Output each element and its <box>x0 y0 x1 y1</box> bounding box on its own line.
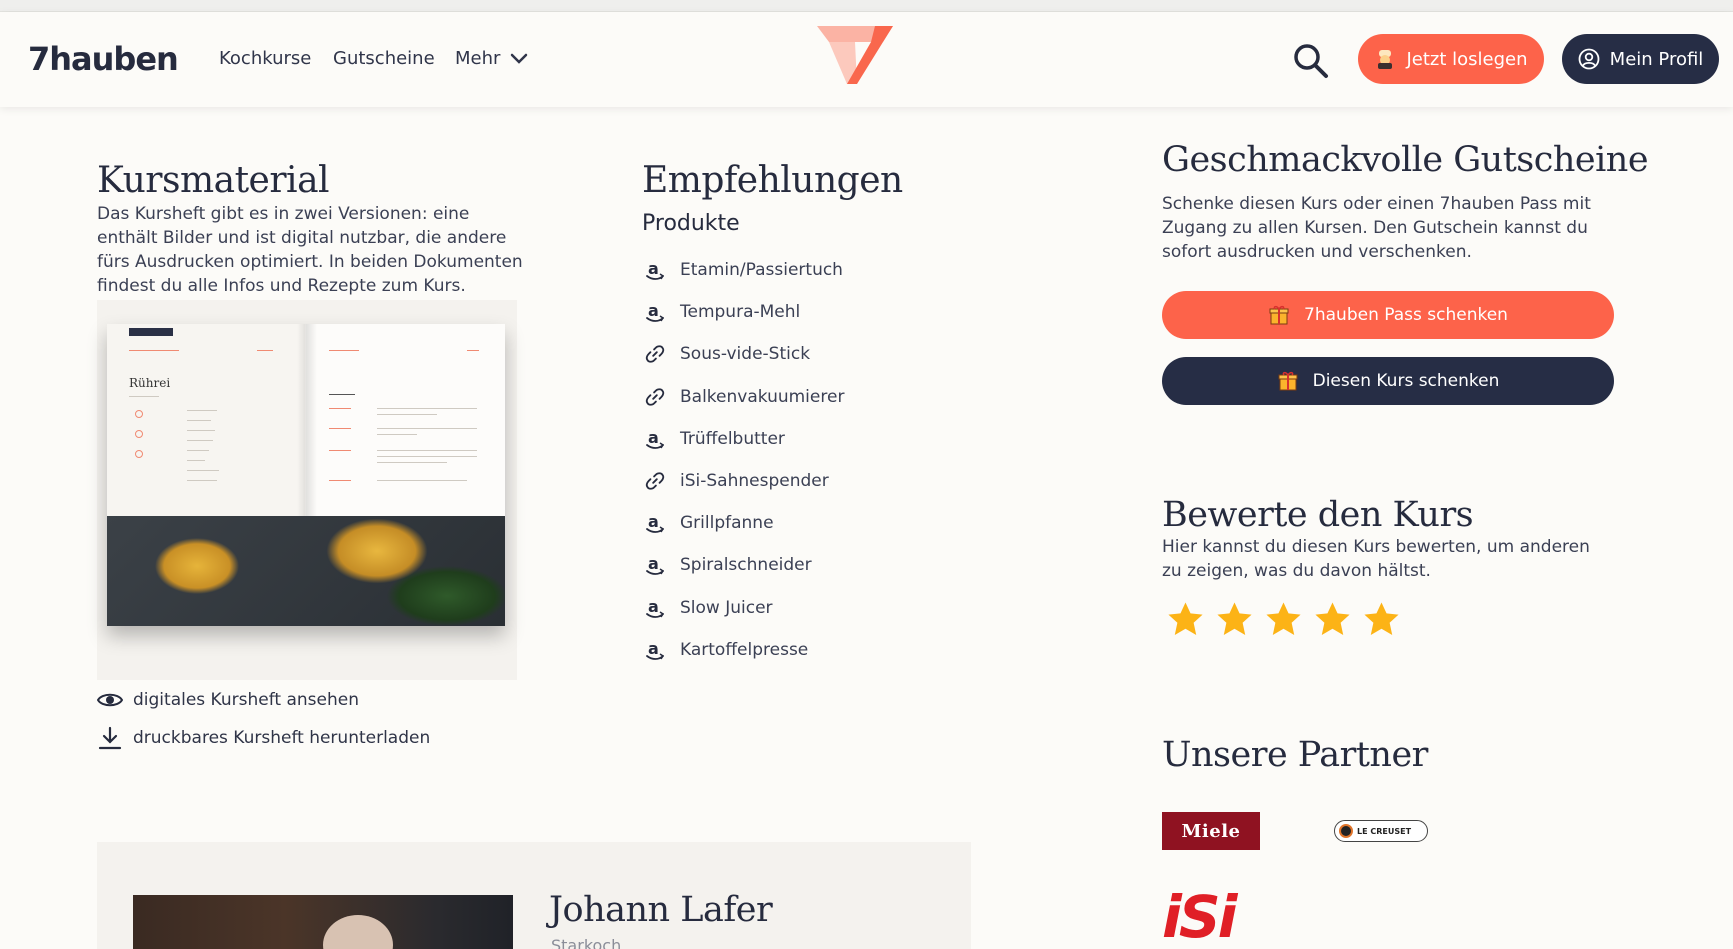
booklet-right-page <box>307 324 505 516</box>
booklet-left-page: Rührei <box>107 324 305 516</box>
download-booklet-link[interactable]: druckbares Kursheft herunterladen <box>97 726 430 750</box>
svg-text:a: a <box>648 512 659 531</box>
products-subheading: Produkte <box>642 211 740 236</box>
kursmaterial-description: Das Kursheft gibt es in zwei Versionen: … <box>97 204 523 296</box>
amazon-icon: a <box>644 301 666 323</box>
product-label: Slow Juicer <box>680 597 773 618</box>
gift-icon <box>1269 305 1289 325</box>
view-digital-booklet-label: digitales Kursheft ansehen <box>133 690 359 710</box>
svg-text:a: a <box>648 301 659 320</box>
chef-card: Johann Lafer Starkoch <box>97 842 971 949</box>
star-icon[interactable] <box>1264 600 1303 639</box>
amazon-icon: a <box>644 639 666 661</box>
download-booklet-label: druckbares Kursheft herunterladen <box>133 728 431 748</box>
chef-icon <box>1378 50 1393 69</box>
amazon-icon: a <box>644 554 666 576</box>
product-link[interactable]: a Tempura-Mehl <box>644 301 800 323</box>
download-icon <box>98 726 122 750</box>
user-icon <box>1578 48 1600 70</box>
product-label: Kartoffelpresse <box>680 639 809 660</box>
product-link[interactable]: a Etamin/Passiertuch <box>644 259 843 281</box>
product-label: Sous-vide-Stick <box>680 344 811 365</box>
course-booklet-image: Rührei <box>97 300 517 680</box>
nav-more-label: Mehr <box>455 48 501 69</box>
gift-pass-button[interactable]: 7hauben Pass schenken <box>1162 291 1614 339</box>
nav-link-kochkurse[interactable]: Kochkurse <box>219 48 311 69</box>
product-link[interactable]: a Slow Juicer <box>644 597 773 619</box>
product-link[interactable]: Sous-vide-Stick <box>644 343 810 365</box>
le-creuset-label: LE CREUSET <box>1357 826 1412 836</box>
profile-button[interactable]: Mein Profil <box>1562 34 1719 84</box>
get-started-button[interactable]: Jetzt loslegen <box>1358 34 1544 84</box>
product-link[interactable]: a Spiralschneider <box>644 554 812 576</box>
brand-logo[interactable]: 7hauben <box>28 40 179 78</box>
gift-course-label: Diesen Kurs schenken <box>1312 371 1500 391</box>
gift-icon <box>1278 371 1298 391</box>
seven-logo-icon[interactable] <box>815 22 895 92</box>
gift-course-button[interactable]: Diesen Kurs schenken <box>1162 357 1614 405</box>
booklet-spread: Rührei <box>107 324 505 626</box>
product-link[interactable]: a Grillpfanne <box>644 512 774 534</box>
isi-logo[interactable]: iSi <box>1162 888 1238 946</box>
product-label: iSi-Sahnespender <box>680 471 829 491</box>
chevron-down-icon <box>511 53 528 64</box>
booklet-page-title: Rührei <box>129 376 171 390</box>
amazon-icon: a <box>644 428 666 450</box>
gift-pass-label: 7hauben Pass schenken <box>1304 305 1508 325</box>
top-strip <box>0 0 1733 12</box>
product-label: Spiralschneider <box>680 555 812 576</box>
link-icon <box>644 386 666 408</box>
product-link[interactable]: a Kartoffelpresse <box>644 639 808 661</box>
partner-heading: Unsere Partner <box>1162 735 1428 775</box>
amazon-icon: a <box>644 259 666 281</box>
empfehlungen-heading: Empfehlungen <box>642 160 903 201</box>
gutscheine-description: Schenke diesen Kurs oder einen 7hauben P… <box>1162 194 1591 262</box>
chef-name: Johann Lafer <box>549 890 773 930</box>
star-rating <box>1166 600 1401 639</box>
star-icon[interactable] <box>1166 600 1205 639</box>
product-label: Grillpfanne <box>680 513 774 534</box>
get-started-label: Jetzt loslegen <box>1406 48 1528 70</box>
gutscheine-heading: Geschmackvolle Gutscheine <box>1162 140 1649 180</box>
svg-text:a: a <box>648 259 659 278</box>
amazon-icon: a <box>644 512 666 534</box>
link-icon <box>644 470 666 492</box>
kursmaterial-heading: Kursmaterial <box>97 160 330 201</box>
profile-label: Mein Profil <box>1609 48 1704 70</box>
booklet-tag <box>129 328 173 336</box>
svg-text:a: a <box>648 597 659 616</box>
product-link[interactable]: a Trüffelbutter <box>644 428 785 450</box>
product-label: Trüffelbutter <box>680 428 785 449</box>
amazon-icon: a <box>644 597 666 619</box>
star-icon[interactable] <box>1362 600 1401 639</box>
svg-text:a: a <box>648 639 659 658</box>
product-label: Balkenvakuumierer <box>680 386 845 407</box>
star-icon[interactable] <box>1313 600 1352 639</box>
svg-text:a: a <box>648 554 659 573</box>
scrambled-egg-photo <box>107 516 505 626</box>
view-digital-booklet-link[interactable]: digitales Kursheft ansehen <box>97 690 359 710</box>
product-label: Etamin/Passiertuch <box>680 260 843 280</box>
nav-more-dropdown[interactable]: Mehr <box>455 48 528 69</box>
svg-text:a: a <box>648 428 659 447</box>
chef-role: Starkoch <box>551 936 622 949</box>
navbar: 7hauben Kochkurse Gutscheine Mehr Jetzt … <box>0 12 1733 107</box>
chef-photo <box>133 895 513 949</box>
miele-logo[interactable]: Miele <box>1162 812 1260 850</box>
rating-heading: Bewerte den Kurs <box>1162 495 1474 535</box>
product-label: Tempura-Mehl <box>680 302 801 323</box>
product-link[interactable]: Balkenvakuumierer <box>644 386 844 408</box>
star-icon[interactable] <box>1215 600 1254 639</box>
rating-description: Hier kannst du diesen Kurs bewerten, um … <box>1162 537 1590 581</box>
product-link[interactable]: iSi-Sahnespender <box>644 470 829 492</box>
le-creuset-logo[interactable]: LE CREUSET <box>1334 820 1428 842</box>
search-icon[interactable] <box>1292 42 1330 80</box>
le-creuset-emblem-icon <box>1339 824 1353 838</box>
link-icon <box>644 343 666 365</box>
eye-icon <box>97 693 123 707</box>
nav-link-gutscheine[interactable]: Gutscheine <box>333 48 435 69</box>
